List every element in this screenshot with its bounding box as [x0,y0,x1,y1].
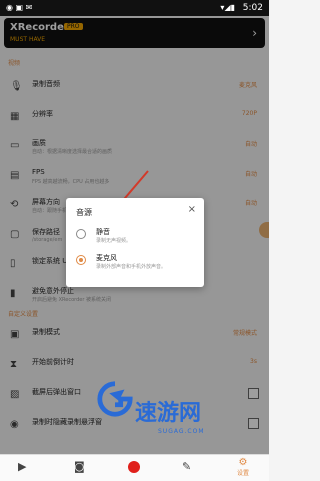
option-mute[interactable]: 静音 录制无声视频。 [72,225,198,249]
gear-icon: ⚙ [238,457,248,468]
option-desc: 录制无声视频。 [96,238,132,244]
clock: 5:02 [242,3,263,13]
watermark-sub: SUGAG.COM [158,428,205,435]
record-button[interactable] [128,461,140,473]
dialog-title: 音源 [76,208,92,217]
nav-settings[interactable]: ⚙ 设置 [232,457,254,477]
edit-icon[interactable]: ✎ [182,460,191,473]
video-icon[interactable]: ▶ [18,460,26,473]
option-microphone[interactable]: 麦克风 录制外部声音和手机外放声音。 [72,251,198,275]
status-bar: ◉ ▣ ✉ ▾◢▮ 5:02 [0,0,269,16]
camera-icon[interactable]: ◙ [74,460,85,473]
watermark-logo-icon [97,381,133,417]
bottom-nav: ▶ ◙ ✎ ⚙ 设置 [0,454,269,481]
option-label: 麦克风 [96,254,117,262]
option-desc: 录制外部声音和手机外放声音。 [96,264,167,270]
radio-microphone[interactable] [76,255,86,265]
notification-icons: ◉ ▣ ✉ [6,3,33,12]
audio-source-dialog: 音源 × 静音 录制无声视频。 麦克风 录制外部声音和手机外放声音。 [66,198,204,287]
nav-settings-label: 设置 [236,470,249,477]
radio-mute[interactable] [76,229,86,239]
close-icon[interactable]: × [188,204,196,215]
option-label: 静音 [96,228,110,236]
watermark-text: 速游网 [135,401,202,426]
signal-icon: ▾◢▮ [220,3,235,12]
